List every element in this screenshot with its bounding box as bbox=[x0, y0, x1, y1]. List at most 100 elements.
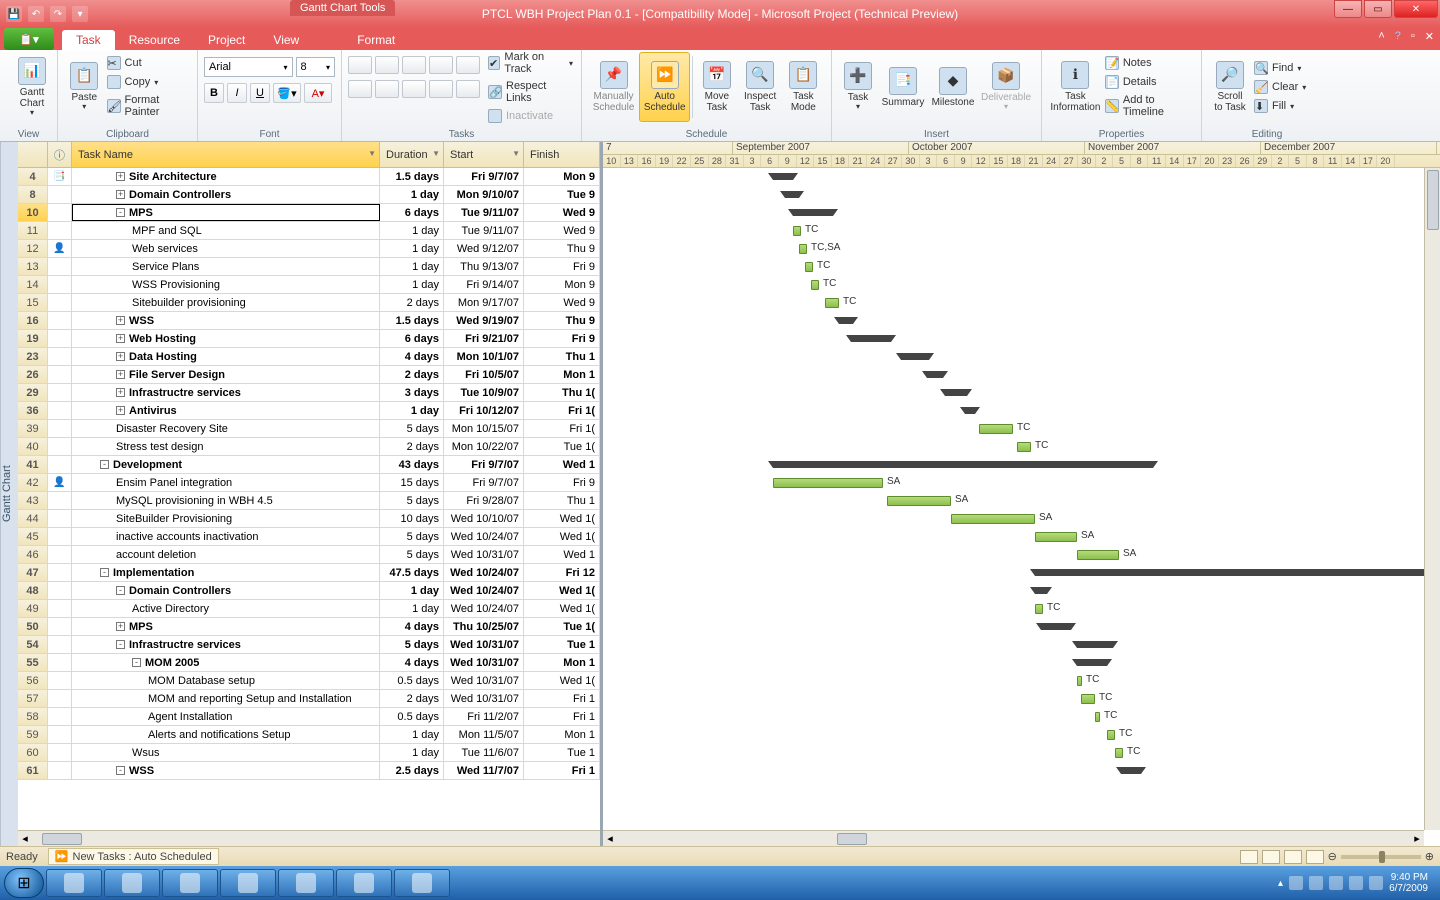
cell-duration[interactable]: 2 days bbox=[380, 366, 444, 383]
cell-task-name[interactable]: +Site Architecture bbox=[72, 168, 380, 185]
font-color-button[interactable]: A▾ bbox=[304, 83, 332, 103]
view-team-planner-button[interactable] bbox=[1284, 850, 1302, 864]
gantt-summary-bar[interactable] bbox=[1077, 641, 1113, 648]
table-row[interactable]: 13Service Plans1 dayThu 9/13/07Fri 9 bbox=[18, 258, 600, 276]
cell-duration[interactable]: 15 days bbox=[380, 474, 444, 491]
col-id[interactable] bbox=[18, 142, 48, 167]
outline-toggle[interactable]: + bbox=[116, 172, 125, 181]
cell-duration[interactable]: 5 days bbox=[380, 636, 444, 653]
table-row[interactable]: 41-Development43 daysFri 9/7/07Wed 1 bbox=[18, 456, 600, 474]
table-row[interactable]: 43MySQL provisioning in WBH 4.55 daysFri… bbox=[18, 492, 600, 510]
cell-start[interactable]: Wed 10/31/07 bbox=[444, 654, 524, 671]
gantt-vscroll[interactable] bbox=[1424, 168, 1440, 830]
col-duration[interactable]: Duration▼ bbox=[380, 142, 444, 167]
cell-start[interactable]: Fri 10/12/07 bbox=[444, 402, 524, 419]
minimize-button[interactable]: — bbox=[1334, 0, 1362, 18]
row-id[interactable]: 12 bbox=[18, 240, 48, 257]
cell-task-name[interactable]: WSS Provisioning bbox=[72, 276, 380, 293]
cell-finish[interactable]: Tue 1( bbox=[524, 438, 600, 455]
table-row[interactable]: 44SiteBuilder Provisioning10 daysWed 10/… bbox=[18, 510, 600, 528]
table-row[interactable]: 10-MPS6 daysTue 9/11/07Wed 9 bbox=[18, 204, 600, 222]
cell-start[interactable]: Mon 10/15/07 bbox=[444, 420, 524, 437]
row-id[interactable]: 19 bbox=[18, 330, 48, 347]
gantt-task-bar[interactable] bbox=[1035, 532, 1077, 542]
gantt-task-bar[interactable] bbox=[799, 244, 807, 254]
tray-expand-icon[interactable]: ▴ bbox=[1278, 878, 1283, 889]
cell-finish[interactable]: Mon 1 bbox=[524, 366, 600, 383]
row-id[interactable]: 26 bbox=[18, 366, 48, 383]
cell-finish[interactable]: Wed 1 bbox=[524, 546, 600, 563]
row-id[interactable]: 43 bbox=[18, 492, 48, 509]
chevron-down-icon[interactable]: ▼ bbox=[512, 149, 520, 158]
row-id[interactable]: 55 bbox=[18, 654, 48, 671]
cell-start[interactable]: Mon 9/10/07 bbox=[444, 186, 524, 203]
outline-toggle[interactable]: - bbox=[132, 658, 141, 667]
row-id[interactable]: 40 bbox=[18, 438, 48, 455]
unlink-icon[interactable] bbox=[429, 80, 453, 98]
scroll-to-task-button[interactable]: 🔎Scroll to Task bbox=[1208, 52, 1252, 122]
row-id[interactable]: 48 bbox=[18, 582, 48, 599]
gantt-summary-bar[interactable] bbox=[1035, 587, 1047, 594]
cell-task-name[interactable]: +MPS bbox=[72, 618, 380, 635]
cell-task-name[interactable]: -MOM 2005 bbox=[72, 654, 380, 671]
cell-finish[interactable]: Wed 1( bbox=[524, 510, 600, 527]
table-row[interactable]: 36+Antivirus1 dayFri 10/12/07Fri 1( bbox=[18, 402, 600, 420]
gantt-task-bar[interactable] bbox=[1115, 748, 1123, 758]
gantt-hscroll[interactable]: ◂▸ bbox=[603, 830, 1424, 846]
gantt-task-bar[interactable] bbox=[1077, 676, 1082, 686]
row-id[interactable]: 58 bbox=[18, 708, 48, 725]
cell-start[interactable]: Wed 10/31/07 bbox=[444, 546, 524, 563]
qat-customize-icon[interactable]: ▾ bbox=[72, 6, 88, 22]
row-id[interactable]: 45 bbox=[18, 528, 48, 545]
table-row[interactable]: 46account deletion5 daysWed 10/31/07Wed … bbox=[18, 546, 600, 564]
table-row[interactable]: 8+Domain Controllers1 dayMon 9/10/07Tue … bbox=[18, 186, 600, 204]
cell-finish[interactable]: Tue 1 bbox=[524, 636, 600, 653]
details-button[interactable]: 📄Details bbox=[1103, 74, 1195, 90]
grid-hscroll[interactable]: ◂ bbox=[18, 830, 600, 846]
cell-task-name[interactable]: MOM and reporting Setup and Installation bbox=[72, 690, 380, 707]
gantt-summary-bar[interactable] bbox=[773, 461, 1153, 468]
close-button[interactable]: ✕ bbox=[1394, 0, 1438, 18]
underline-button[interactable]: U bbox=[250, 83, 270, 103]
mdi-restore-icon[interactable]: ▫ bbox=[1411, 30, 1415, 43]
table-row[interactable]: 14WSS Provisioning1 dayFri 9/14/07Mon 9 bbox=[18, 276, 600, 294]
pct75-icon[interactable] bbox=[429, 56, 453, 74]
font-size-select[interactable]: 8▾ bbox=[296, 57, 335, 77]
outline-toggle[interactable]: + bbox=[116, 352, 125, 361]
fill-color-button[interactable]: 🪣▾ bbox=[273, 83, 301, 103]
gantt-summary-bar[interactable] bbox=[1035, 569, 1440, 576]
cell-task-name[interactable]: account deletion bbox=[72, 546, 380, 563]
cell-task-name[interactable]: +Domain Controllers bbox=[72, 186, 380, 203]
respect-links-button[interactable]: 🔗Respect Links bbox=[486, 79, 575, 105]
cell-finish[interactable]: Wed 1( bbox=[524, 582, 600, 599]
cell-finish[interactable]: Mon 1 bbox=[524, 654, 600, 671]
cell-finish[interactable]: Fri 12 bbox=[524, 564, 600, 581]
row-id[interactable]: 23 bbox=[18, 348, 48, 365]
manually-schedule-button[interactable]: 📌Manually Schedule bbox=[588, 52, 639, 122]
cell-duration[interactable]: 1.5 days bbox=[380, 168, 444, 185]
table-row[interactable]: 4📑+Site Architecture1.5 daysFri 9/7/07Mo… bbox=[18, 168, 600, 186]
outline-toggle[interactable]: + bbox=[116, 370, 125, 379]
cell-task-name[interactable]: Ensim Panel integration bbox=[72, 474, 380, 491]
col-finish[interactable]: Finish bbox=[524, 142, 600, 167]
split-icon[interactable] bbox=[456, 80, 480, 98]
task-information-button[interactable]: ℹTask Information bbox=[1048, 52, 1103, 122]
row-id[interactable]: 47 bbox=[18, 564, 48, 581]
cell-start[interactable]: Wed 10/31/07 bbox=[444, 636, 524, 653]
table-row[interactable]: 11MPF and SQL1 dayTue 9/11/07Wed 9 bbox=[18, 222, 600, 240]
cell-duration[interactable]: 5 days bbox=[380, 546, 444, 563]
cell-task-name[interactable]: SiteBuilder Provisioning bbox=[72, 510, 380, 527]
cell-duration[interactable]: 5 days bbox=[380, 528, 444, 545]
undo-icon[interactable]: ↶ bbox=[28, 6, 44, 22]
cell-duration[interactable]: 47.5 days bbox=[380, 564, 444, 581]
cell-finish[interactable]: Wed 1( bbox=[524, 600, 600, 617]
cell-duration[interactable]: 4 days bbox=[380, 348, 444, 365]
cell-finish[interactable]: Thu 1 bbox=[524, 492, 600, 509]
row-id[interactable]: 29 bbox=[18, 384, 48, 401]
link-icon[interactable] bbox=[402, 80, 426, 98]
add-to-timeline-button[interactable]: 📏Add to Timeline bbox=[1103, 93, 1195, 119]
gantt-summary-bar[interactable] bbox=[901, 353, 929, 360]
zoom-in-button[interactable]: ⊕ bbox=[1425, 850, 1434, 863]
taskbar-app-chrome[interactable] bbox=[104, 869, 160, 897]
gantt-task-bar[interactable] bbox=[1017, 442, 1031, 452]
